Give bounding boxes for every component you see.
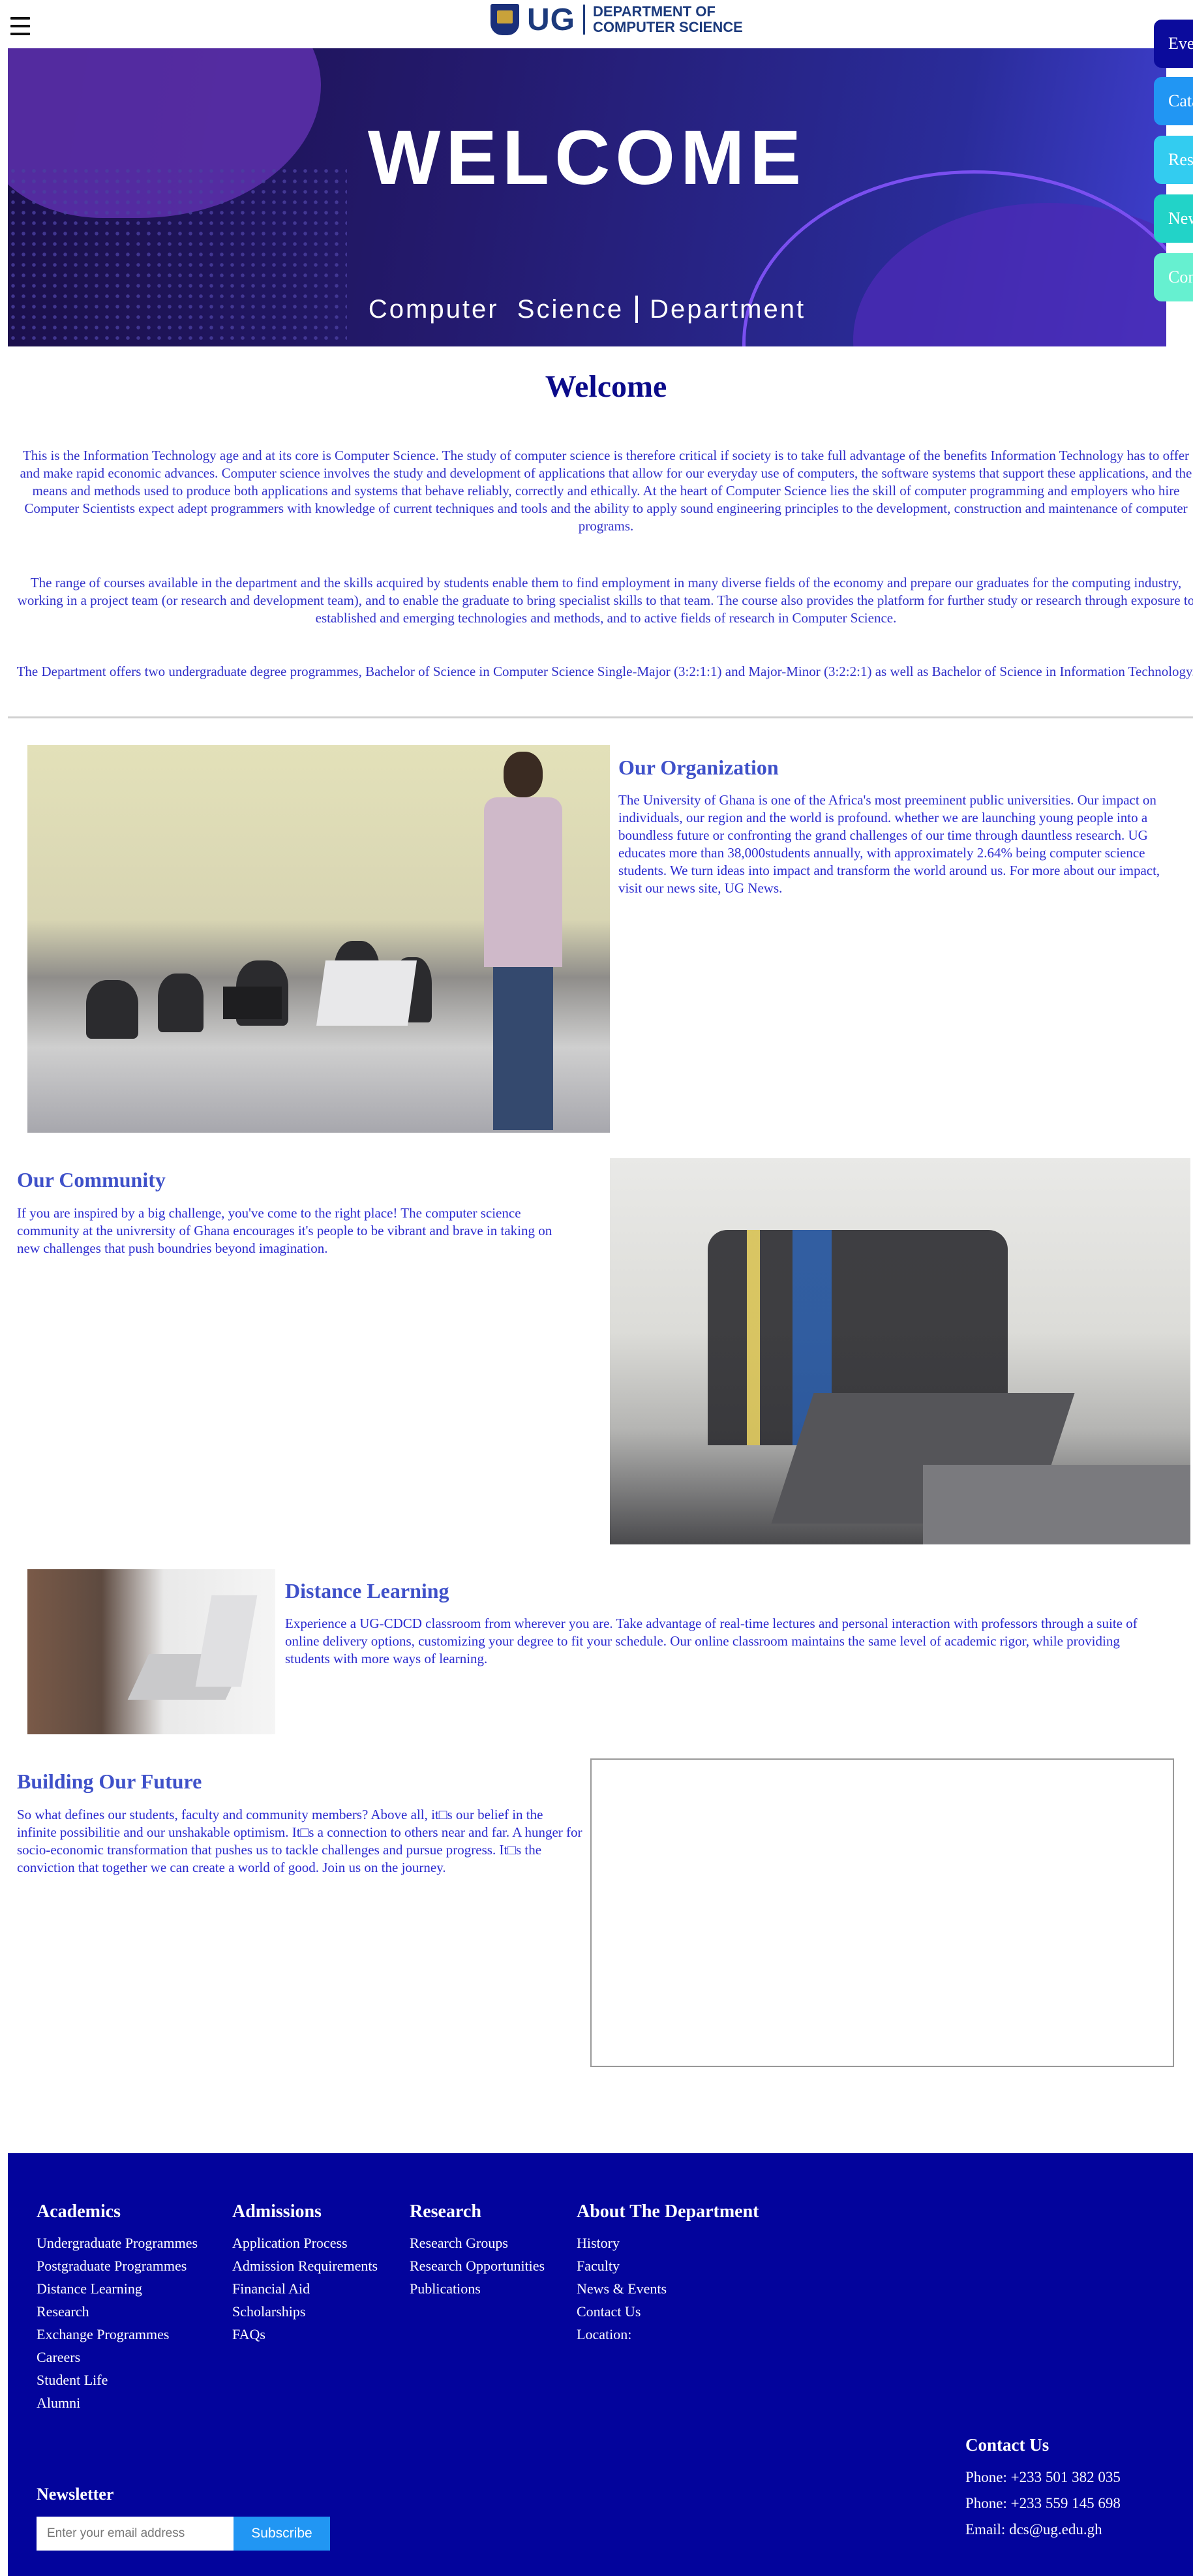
classroom-photo xyxy=(27,745,610,1133)
community-group-photo xyxy=(610,1158,1190,1544)
logo-dept-line1: DEPARTMENT OF xyxy=(593,3,716,20)
hero-banner: WELCOME Computer Science Department xyxy=(8,48,1166,346)
footer-admissions-title: Admissions xyxy=(232,2201,322,2222)
footer-about: About The Department History Faculty New… xyxy=(577,2201,759,2346)
footer-link[interactable]: Alumni xyxy=(37,2391,198,2414)
footer-link[interactable]: Faculty xyxy=(577,2254,759,2277)
footer-link[interactable]: Research Opportunities xyxy=(410,2254,545,2277)
distance-learning-photo xyxy=(27,1569,275,1734)
logo-department-text: DEPARTMENT OF COMPUTER SCIENCE xyxy=(593,4,743,35)
side-tab-catalog[interactable]: Catalog xyxy=(1154,77,1193,125)
footer-link[interactable]: Application Process xyxy=(232,2231,378,2254)
logo-dept-line2: COMPUTER SCIENCE xyxy=(593,19,743,35)
community-text: If you are inspired by a big challenge, … xyxy=(17,1205,552,1256)
welcome-paragraph-3: The Department offers two undergraduate … xyxy=(16,664,1193,679)
organization-text: The University of Ghana is one of the Af… xyxy=(618,792,1160,896)
footer-link[interactable]: Exchange Programmes xyxy=(37,2323,198,2346)
footer-link[interactable]: Undergraduate Programmes xyxy=(37,2231,198,2254)
footer-link[interactable]: Admission Requirements xyxy=(232,2254,378,2277)
future-text: So what defines our students, faculty an… xyxy=(17,1807,582,1875)
footer-contact-title: Contact Us xyxy=(965,2435,1050,2455)
contact-phone-1: Phone: +233 501 382 035 xyxy=(965,2469,1121,2485)
organization-title: Our Organization xyxy=(618,756,779,779)
hero-title: WELCOME xyxy=(367,115,807,201)
footer-academics: Academics Undergraduate Programmes Postg… xyxy=(37,2201,198,2414)
contact-phone-2: Phone: +233 559 145 698 xyxy=(965,2495,1121,2511)
footer-link[interactable]: Student Life xyxy=(37,2369,198,2391)
footer-link[interactable]: Careers xyxy=(37,2346,198,2369)
footer-research: Research Research Groups Research Opport… xyxy=(410,2201,545,2300)
site-logo[interactable]: UG DEPARTMENT OF COMPUTER SCIENCE xyxy=(491,3,743,37)
footer-link[interactable]: Location: xyxy=(577,2323,759,2346)
footer-link[interactable]: Scholarships xyxy=(232,2300,378,2323)
footer-link[interactable]: Distance Learning xyxy=(37,2277,198,2300)
side-tab-events[interactable]: Events xyxy=(1154,20,1193,68)
hero-subtitle-right: Department xyxy=(650,295,806,324)
welcome-paragraph-2: The range of courses available in the de… xyxy=(17,575,1193,626)
footer-link[interactable]: Research xyxy=(37,2300,198,2323)
logo-ug-text: UG xyxy=(527,2,575,37)
footer-link[interactable]: FAQs xyxy=(232,2323,378,2346)
location-map-frame[interactable] xyxy=(590,1758,1174,2067)
logo-divider xyxy=(583,5,585,35)
contact-email[interactable]: Email: dcs@ug.edu.gh xyxy=(965,2517,1121,2543)
distance-learning-title: Distance Learning xyxy=(285,1579,449,1602)
distance-learning-text: Experience a UG-CDCD classroom from wher… xyxy=(285,1616,1138,1666)
hero-subtitle-divider xyxy=(635,296,639,323)
footer-link[interactable]: Financial Aid xyxy=(232,2277,378,2300)
footer-link[interactable]: Postgraduate Programmes xyxy=(37,2254,198,2277)
welcome-title: Welcome xyxy=(545,369,667,404)
welcome-paragraph-1: This is the Information Technology age a… xyxy=(20,448,1192,534)
side-tab-research[interactable]: Research xyxy=(1154,136,1193,184)
hero-subtitle-left: Computer Science xyxy=(368,295,624,324)
footer-link[interactable]: Contact Us xyxy=(577,2300,759,2323)
subscribe-button[interactable]: Subscribe xyxy=(234,2517,330,2551)
section-divider xyxy=(8,716,1193,718)
side-tab-news[interactable]: News xyxy=(1154,194,1193,243)
side-tab-contact[interactable]: Contact xyxy=(1154,253,1193,301)
footer-academics-title: Academics xyxy=(37,2201,121,2222)
university-crest-icon xyxy=(491,4,519,35)
hero-subtitle: Computer Science Department xyxy=(8,295,1166,324)
footer-about-title: About The Department xyxy=(577,2201,759,2222)
footer-link[interactable]: News & Events xyxy=(577,2277,759,2300)
menu-icon[interactable] xyxy=(10,17,30,35)
footer-admissions: Admissions Application Process Admission… xyxy=(232,2201,378,2346)
footer-link[interactable]: History xyxy=(577,2231,759,2254)
footer-link[interactable]: Research Groups xyxy=(410,2231,545,2254)
footer-research-title: Research xyxy=(410,2201,481,2222)
newsletter-title: Newsletter xyxy=(37,2485,114,2504)
footer-link[interactable]: Publications xyxy=(410,2277,545,2300)
future-title: Building Our Future xyxy=(17,1770,202,1793)
newsletter-email-input[interactable] xyxy=(37,2517,234,2551)
community-title: Our Community xyxy=(17,1168,166,1191)
footer-contact: Contact Us Phone: +233 501 382 035 Phone… xyxy=(965,2435,1121,2543)
